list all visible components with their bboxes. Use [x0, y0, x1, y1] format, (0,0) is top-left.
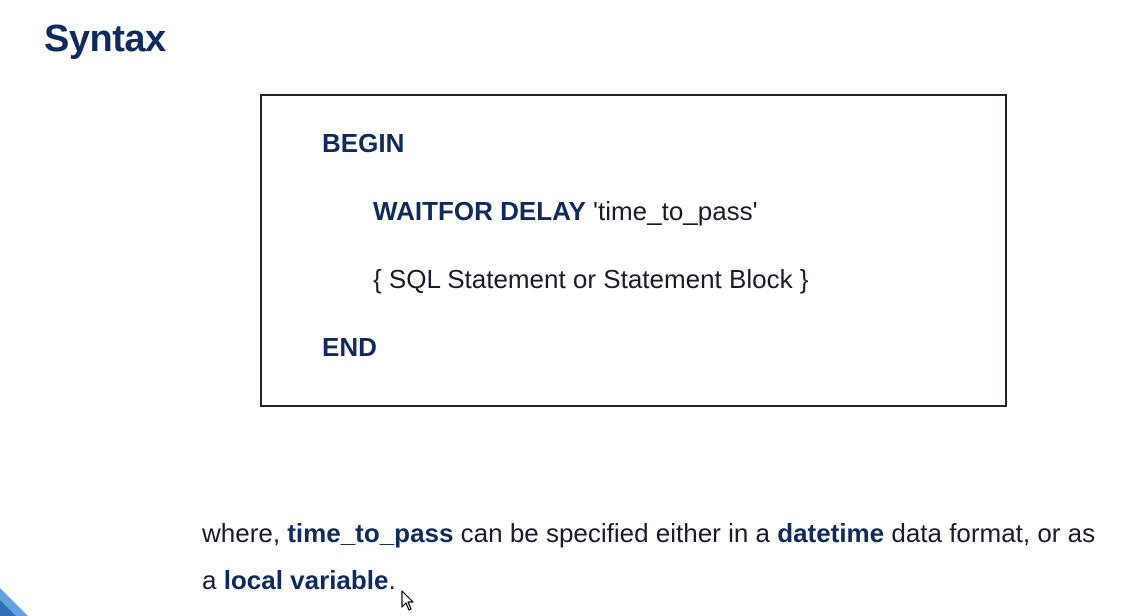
- note-term-datetime: datetime: [777, 518, 885, 548]
- code-waitfor-argument: 'time_to_pass': [585, 196, 758, 226]
- code-begin: BEGIN: [322, 128, 405, 158]
- note-text-4: .: [388, 565, 396, 595]
- syntax-explanation: where, time_to_pass can be specified eit…: [202, 510, 1112, 604]
- mouse-cursor-icon: [401, 590, 414, 611]
- code-waitfor-keyword: WAITFOR DELAY: [373, 196, 586, 226]
- note-term-time-to-pass: time_to_pass: [287, 518, 454, 548]
- note-text-1: where,: [202, 518, 288, 548]
- code-end: END: [322, 332, 377, 362]
- syntax-code-box: BEGIN WAITFOR DELAY 'time_to_pass' { SQL…: [260, 94, 1007, 407]
- code-statement-block: { SQL Statement or Statement Block }: [373, 264, 809, 294]
- code-waitfor-line: WAITFOR DELAY 'time_to_pass': [373, 196, 758, 227]
- note-text-2: can be specified either in a: [453, 518, 778, 548]
- note-term-local-variable: local variable: [223, 565, 389, 595]
- corner-decoration: [0, 588, 28, 616]
- slide-title: Syntax: [44, 18, 166, 60]
